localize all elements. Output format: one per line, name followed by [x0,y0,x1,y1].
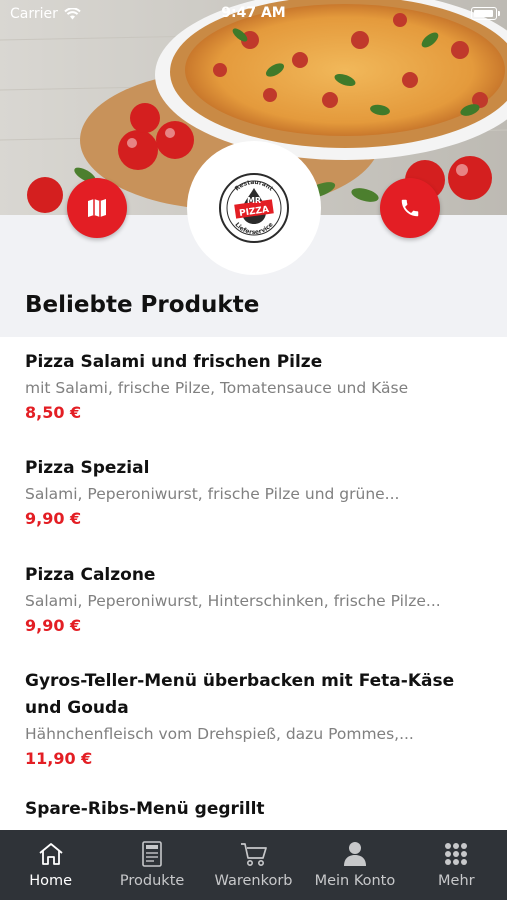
map-button[interactable] [67,178,127,238]
grid-icon [445,843,468,865]
tab-label: Warenkorb [214,873,293,889]
tab-home[interactable]: Home [0,830,101,900]
tab-mein-konto[interactable]: Mein Konto [304,830,405,900]
product-list[interactable]: Pizza Salami und frischen Pilze mit Sala… [0,337,507,830]
product-item[interactable]: Gyros-Teller-Menü überbacken mit Feta-Kä… [0,658,507,792]
product-name: Pizza Calzone [25,565,156,585]
product-description: mit Salami, frische Pilze, Tomatensauce … [25,379,409,397]
product-description: Salami, Peperoniwurst, Hinterschinken, f… [25,592,441,610]
product-item[interactable]: Pizza Salami und frischen Pilze mit Sala… [0,337,507,444]
product-description: Hähnchenfleisch vom Drehspieß, dazu Pomm… [25,725,414,743]
menu-card-icon [142,841,162,867]
product-name: Pizza Spezial [25,458,150,478]
tab-label: Home [29,873,73,889]
cart-icon [240,843,267,866]
product-name: Gyros-Teller-Menü überbacken mit Feta-Kä… [25,671,455,718]
product-item[interactable]: Spare-Ribs-Menü gegrillt [0,792,507,823]
product-price: 9,90 € [25,509,82,528]
home-icon [39,843,63,865]
battery-icon [471,7,497,20]
phone-button[interactable] [380,178,440,238]
mr-pizza-logo-icon: Restaurant Lieferservice MR PIZZA [219,173,289,243]
status-bar: Carrier 9:47 AM [0,0,507,28]
product-price: 9,90 € [25,616,82,635]
tab-warenkorb[interactable]: Warenkorb [203,830,304,900]
logo-mr-text: MR [247,196,261,205]
status-time: 9:47 AM [221,5,286,21]
tab-label: Mehr [438,873,475,889]
product-name: Pizza Salami und frischen Pilze [25,352,323,372]
restaurant-logo: Restaurant Lieferservice MR PIZZA [187,141,321,275]
map-icon [88,199,106,217]
user-icon [343,842,366,866]
product-item[interactable]: Pizza Spezial Salami, Peperoniwurst, fri… [0,444,507,551]
tab-produkte[interactable]: Produkte [101,830,202,900]
product-price: 8,50 € [25,403,82,422]
product-name: Spare-Ribs-Menü gegrillt [25,799,265,819]
phone-icon [401,199,419,217]
product-price: 11,90 € [25,749,93,768]
product-item[interactable]: Pizza Calzone Salami, Peperoniwurst, Hin… [0,551,507,658]
tab-label: Mein Konto [314,873,396,889]
tab-label: Produkte [119,873,185,889]
tab-bar: Home Produkte Warenkorb Mein Konto Mehr [0,830,507,900]
product-description: Salami, Peperoniwurst, frische Pilze und… [25,485,400,503]
tab-mehr[interactable]: Mehr [406,830,507,900]
section-title: Beliebte Produkte [25,292,260,318]
